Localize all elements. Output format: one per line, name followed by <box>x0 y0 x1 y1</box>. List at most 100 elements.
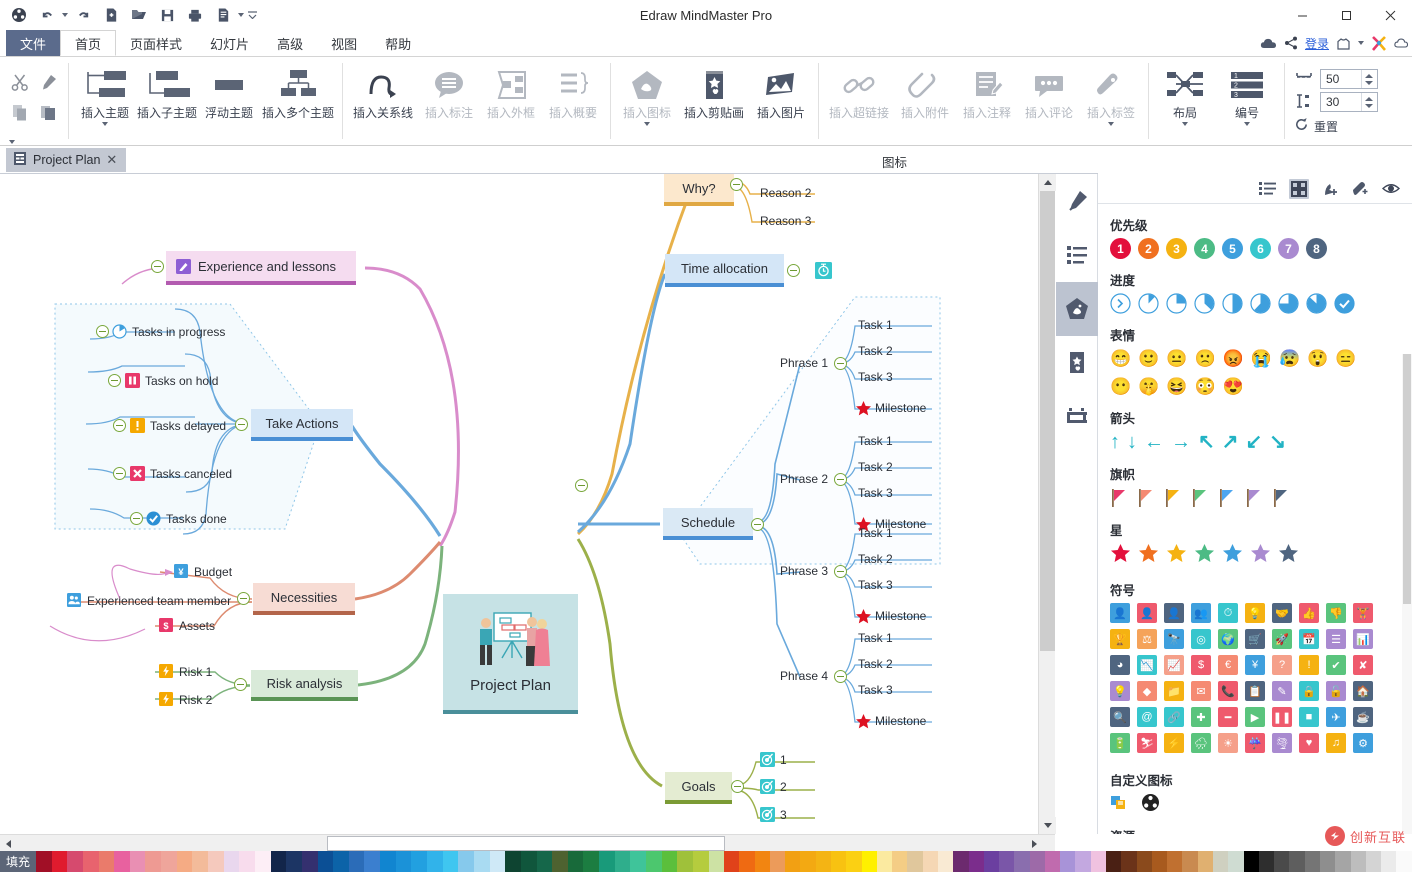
star-icon[interactable] <box>1194 543 1215 569</box>
color-swatch-b-24[interactable] <box>1091 851 1106 872</box>
collapse-tasks-canceled-icon[interactable] <box>113 467 126 480</box>
scroll-down-button[interactable] <box>1039 817 1056 834</box>
color-swatch-a-3[interactable] <box>83 851 99 872</box>
symbol-icon[interactable]: ✚ <box>1191 707 1211 727</box>
collapse-necessities-icon[interactable] <box>237 592 250 605</box>
symbol-icon[interactable]: ☔ <box>1245 733 1265 753</box>
horizontal-spacing-input[interactable] <box>1321 71 1361 87</box>
outline-list-icon[interactable] <box>1056 228 1098 282</box>
paste-icon[interactable] <box>34 97 62 127</box>
mindmap-node-milestone[interactable]: Milestone <box>855 608 926 623</box>
document-tab-close-icon[interactable]: ✕ <box>106 152 117 168</box>
reset-spacing-button[interactable]: 重置 <box>1294 117 1378 135</box>
insert-icon-dropdown-icon[interactable] <box>644 122 650 126</box>
h-spacing-up-icon[interactable] <box>1365 74 1373 78</box>
sticker-icon[interactable] <box>1056 336 1098 390</box>
emoji-icon[interactable]: 😡 <box>1223 348 1244 369</box>
emoji-icon[interactable]: 😭 <box>1251 348 1272 369</box>
progress-icon[interactable] <box>1194 293 1215 314</box>
symbol-icon[interactable]: @ <box>1137 707 1157 727</box>
color-swatch-b-25[interactable] <box>1106 851 1121 872</box>
mindmap-node-goal-1[interactable]: 1 <box>760 752 787 767</box>
mindmap-node-reason-3[interactable]: Reason 3 <box>760 214 811 228</box>
symbol-icon[interactable]: ⚖ <box>1137 629 1157 649</box>
symbol-icon[interactable]: ⚙ <box>1353 733 1373 753</box>
symbol-icon[interactable]: 📋 <box>1245 681 1265 701</box>
cloud-icon[interactable] <box>1260 37 1277 50</box>
mindmap-node-reason-2[interactable]: Reason 2 <box>760 186 811 200</box>
close-button[interactable] <box>1368 0 1412 30</box>
color-swatch-a-20[interactable] <box>349 851 365 872</box>
symbol-icon[interactable]: ¥ <box>1245 655 1265 675</box>
color-swatch-a-28[interactable] <box>474 851 490 872</box>
collapse-experience-icon[interactable] <box>151 260 164 273</box>
symbol-icon[interactable]: ◎ <box>1191 629 1211 649</box>
collapse-tasks-in-progress-icon[interactable] <box>96 325 109 338</box>
priority-icon[interactable]: 7 <box>1278 238 1299 259</box>
numbering-dropdown-icon[interactable] <box>1244 122 1250 126</box>
color-swatch-b-0[interactable] <box>724 851 739 872</box>
mindmap-node-tasks-done[interactable]: Tasks done <box>146 511 227 526</box>
mindmap-node-task[interactable]: Task 2 <box>858 344 893 358</box>
emoji-icon[interactable]: 🤫 <box>1138 376 1159 397</box>
arrow-icon[interactable]: ↑ <box>1110 431 1120 453</box>
symbol-icon[interactable]: 👥 <box>1191 603 1211 623</box>
color-swatch-b-2[interactable] <box>755 851 770 872</box>
symbol-icon[interactable]: ♥ <box>1299 733 1319 753</box>
color-swatch-a-37[interactable] <box>615 851 631 872</box>
scroll-left-button[interactable] <box>0 835 17 852</box>
color-swatch-a-12[interactable] <box>224 851 240 872</box>
collapse-tasks-delayed-icon[interactable] <box>113 419 126 432</box>
symbol-icon[interactable]: 🏋 <box>1353 603 1373 623</box>
palette-row-2[interactable] <box>724 851 1412 872</box>
frame-icon[interactable] <box>1056 390 1098 444</box>
v-spacing-up-icon[interactable] <box>1365 97 1373 101</box>
color-swatch-b-7[interactable] <box>831 851 846 872</box>
mindmap-canvas[interactable]: Project Plan Experience and lessons Take… <box>0 174 1055 834</box>
color-swatch-b-44[interactable] <box>1396 851 1411 872</box>
color-swatch-b-19[interactable] <box>1014 851 1029 872</box>
collapse-time-allocation-icon[interactable] <box>787 264 800 277</box>
symbol-icon[interactable]: 🚀 <box>1272 629 1292 649</box>
mindmap-node-milestone[interactable]: Milestone <box>855 400 926 415</box>
color-swatch-b-14[interactable] <box>938 851 953 872</box>
color-swatch-a-25[interactable] <box>427 851 443 872</box>
visibility-icon[interactable] <box>1382 182 1400 195</box>
symbol-icon[interactable]: 📊 <box>1353 629 1373 649</box>
format-painter-icon[interactable] <box>34 67 62 97</box>
symbol-icon[interactable]: ◕ <box>1110 655 1130 675</box>
scroll-up-button[interactable] <box>1039 174 1056 191</box>
flag-icon[interactable] <box>1164 487 1184 509</box>
collapse-schedule-icon[interactable] <box>751 518 764 531</box>
color-swatch-a-15[interactable] <box>271 851 287 872</box>
color-swatch-a-1[interactable] <box>52 851 68 872</box>
symbol-icon[interactable]: ☕ <box>1353 707 1373 727</box>
collapse-tasks-on-hold-icon[interactable] <box>108 374 121 387</box>
color-swatch-b-37[interactable] <box>1289 851 1304 872</box>
share-icon[interactable] <box>1284 36 1298 50</box>
add-icon-icon[interactable] <box>1322 181 1339 197</box>
collapse-goals-icon[interactable] <box>731 780 744 793</box>
mindmap-node-task[interactable]: Task 2 <box>858 552 893 566</box>
emoji-icon[interactable]: 😰 <box>1279 348 1300 369</box>
canvas-vertical-scrollbar[interactable] <box>1038 174 1055 834</box>
canvas-horizontal-scrollbar[interactable] <box>0 834 1055 851</box>
mindmap-node-risk-1[interactable]: Risk 1 <box>159 664 212 679</box>
login-link[interactable]: 登录 <box>1305 35 1329 52</box>
color-swatch-a-43[interactable] <box>709 851 725 872</box>
symbol-icon[interactable]: 🔍 <box>1110 707 1130 727</box>
numbering-button[interactable]: 123 编号 <box>1216 61 1278 137</box>
color-swatch-b-11[interactable] <box>892 851 907 872</box>
horizontal-scroll-thumb[interactable] <box>327 836 725 851</box>
color-swatch-a-17[interactable] <box>302 851 318 872</box>
flag-icon[interactable] <box>1245 487 1265 509</box>
vertical-scroll-thumb[interactable] <box>1040 191 1055 651</box>
mindmap-node-task[interactable]: Task 3 <box>858 486 893 500</box>
star-icon[interactable] <box>1250 543 1271 569</box>
layout-button[interactable]: 布局 <box>1154 61 1216 137</box>
new-file-icon[interactable] <box>98 3 124 27</box>
mindmap-node-task[interactable]: Task 1 <box>858 318 893 332</box>
collapse-tasks-done-icon[interactable] <box>130 512 143 525</box>
style-brush-icon[interactable] <box>1056 174 1098 228</box>
color-swatch-b-40[interactable] <box>1335 851 1350 872</box>
